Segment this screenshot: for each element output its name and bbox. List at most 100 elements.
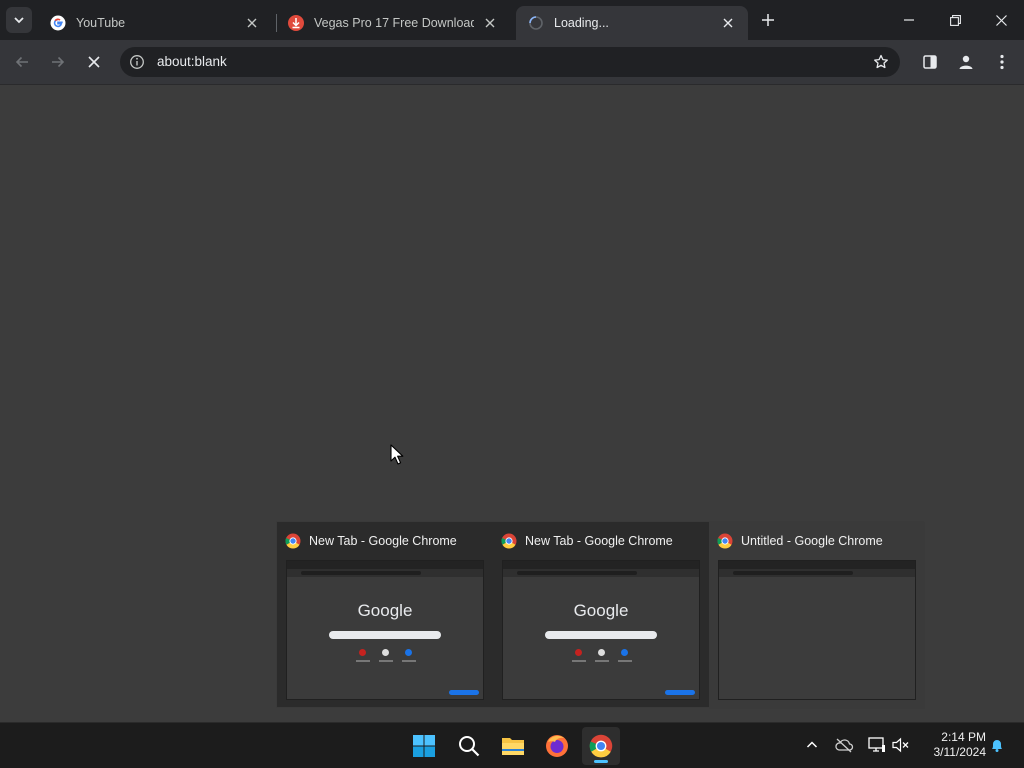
preview-header: New Tab - Google Chrome <box>501 532 703 550</box>
side-panel-icon <box>923 55 937 69</box>
active-app-indicator <box>594 760 608 763</box>
thumb-tabstrip <box>719 561 915 569</box>
minimize-button[interactable] <box>886 0 932 40</box>
start-icon <box>413 735 435 757</box>
close-icon <box>247 18 257 28</box>
close-window-button[interactable] <box>978 0 1024 40</box>
thumb-shortcut <box>598 649 605 656</box>
window-preview-selected[interactable]: Untitled - Google Chrome <box>709 522 925 709</box>
kebab-menu-icon <box>1000 54 1004 70</box>
tab-title: Loading... <box>554 16 609 30</box>
tab-loading[interactable]: Loading... <box>516 6 748 40</box>
mouse-cursor-icon <box>390 444 404 465</box>
clock-date: 3/11/2024 <box>933 745 987 759</box>
search-button[interactable] <box>450 727 488 765</box>
thumb-tabstrip <box>287 561 483 569</box>
arrow-right-icon <box>52 56 65 68</box>
thumb-google-logo: Google <box>357 601 413 620</box>
bookmark-button[interactable] <box>872 53 890 71</box>
show-hidden-icons-button[interactable] <box>800 733 824 757</box>
tab-close-button[interactable] <box>482 15 498 31</box>
address-bar[interactable]: about:blank <box>120 47 900 77</box>
thumb-search-box <box>545 631 657 639</box>
chevron-up-icon <box>806 741 818 748</box>
thumb-toolbar <box>719 569 915 577</box>
chrome-taskbar-button[interactable] <box>582 727 620 765</box>
stop-loading-button[interactable] <box>80 48 108 76</box>
info-icon <box>130 55 144 69</box>
search-icon <box>459 736 480 757</box>
download-site-icon <box>288 15 304 31</box>
clock-time: 2:14 PM <box>941 730 986 744</box>
close-icon <box>88 56 100 68</box>
chrome-icon <box>717 533 733 549</box>
tab-title: Vegas Pro 17 Free Download - I <box>314 16 474 30</box>
tab-close-button[interactable] <box>244 15 260 31</box>
window-preview[interactable]: New Tab - Google Chrome Google <box>493 522 709 709</box>
chrome-icon <box>589 734 613 758</box>
start-button[interactable] <box>405 727 443 765</box>
new-tab-button[interactable] <box>756 8 780 32</box>
chevron-down-icon <box>14 17 24 24</box>
firefox-icon <box>546 735 568 757</box>
menu-button[interactable] <box>988 48 1016 76</box>
profile-button[interactable] <box>952 48 980 76</box>
notifications-button[interactable] <box>985 733 1009 757</box>
file-explorer-icon <box>502 738 524 755</box>
chrome-icon <box>501 533 517 549</box>
plus-icon <box>762 14 774 26</box>
tab-youtube[interactable]: YouTube <box>38 6 272 40</box>
side-panel-button[interactable] <box>916 48 944 76</box>
thumb-shortcut-label <box>402 660 416 662</box>
preview-header: New Tab - Google Chrome <box>285 532 487 550</box>
chrome-icon <box>285 533 301 549</box>
back-button[interactable] <box>8 48 36 76</box>
thumb-shortcut-label <box>595 660 609 662</box>
onedrive-tray-button[interactable] <box>832 733 856 757</box>
window-preview[interactable]: New Tab - Google Chrome Google <box>277 522 493 709</box>
minimize-icon <box>904 19 914 21</box>
thumb-tabstrip <box>503 561 699 569</box>
windows-taskbar: 2:14 PM 3/11/2024 <box>0 722 1024 768</box>
thumb-shortcut <box>359 649 366 656</box>
thumb-customize-button <box>665 690 695 695</box>
thumb-shortcut-label <box>379 660 393 662</box>
tab-strip: YouTube Vegas Pro 17 Free Download - I L… <box>0 0 1024 40</box>
preview-thumbnail: Google <box>286 560 484 700</box>
thumb-search-box <box>329 631 441 639</box>
volume-muted-icon <box>892 737 909 753</box>
thumb-toolbar <box>503 569 699 577</box>
preview-thumbnail <box>718 560 916 700</box>
thumb-shortcut <box>575 649 582 656</box>
preview-thumbnail: Google <box>502 560 700 700</box>
firefox-button[interactable] <box>538 727 576 765</box>
restore-button[interactable] <box>932 0 978 40</box>
person-icon <box>959 55 973 69</box>
forward-button[interactable] <box>44 48 72 76</box>
cloud-offline-icon <box>835 738 854 753</box>
preview-title: New Tab - Google Chrome <box>309 534 457 548</box>
url-text[interactable]: about:blank <box>157 54 227 69</box>
star-icon <box>874 54 888 69</box>
site-info-button[interactable] <box>128 53 146 71</box>
bell-icon <box>992 740 1002 752</box>
close-icon <box>995 14 1007 26</box>
thumb-shortcut <box>382 649 389 656</box>
loading-spinner-icon <box>529 16 543 30</box>
preview-header: Untitled - Google Chrome <box>717 532 919 550</box>
tab-close-button[interactable] <box>720 15 736 31</box>
volume-tray-button[interactable] <box>889 733 913 757</box>
tab-search-button[interactable] <box>6 7 32 33</box>
network-icon <box>868 737 885 752</box>
network-tray-button[interactable] <box>865 733 889 757</box>
restore-icon <box>949 14 961 26</box>
close-icon <box>485 18 495 28</box>
thumb-customize-button <box>449 690 479 695</box>
thumb-shortcut-label <box>618 660 632 662</box>
tab-vegas-pro[interactable]: Vegas Pro 17 Free Download - I <box>276 6 510 40</box>
file-explorer-button[interactable] <box>494 727 532 765</box>
taskbar-clock[interactable]: 2:14 PM 3/11/2024 <box>916 730 987 760</box>
thumb-toolbar <box>287 569 483 577</box>
google-g-icon <box>50 15 66 31</box>
preview-title: New Tab - Google Chrome <box>525 534 673 548</box>
